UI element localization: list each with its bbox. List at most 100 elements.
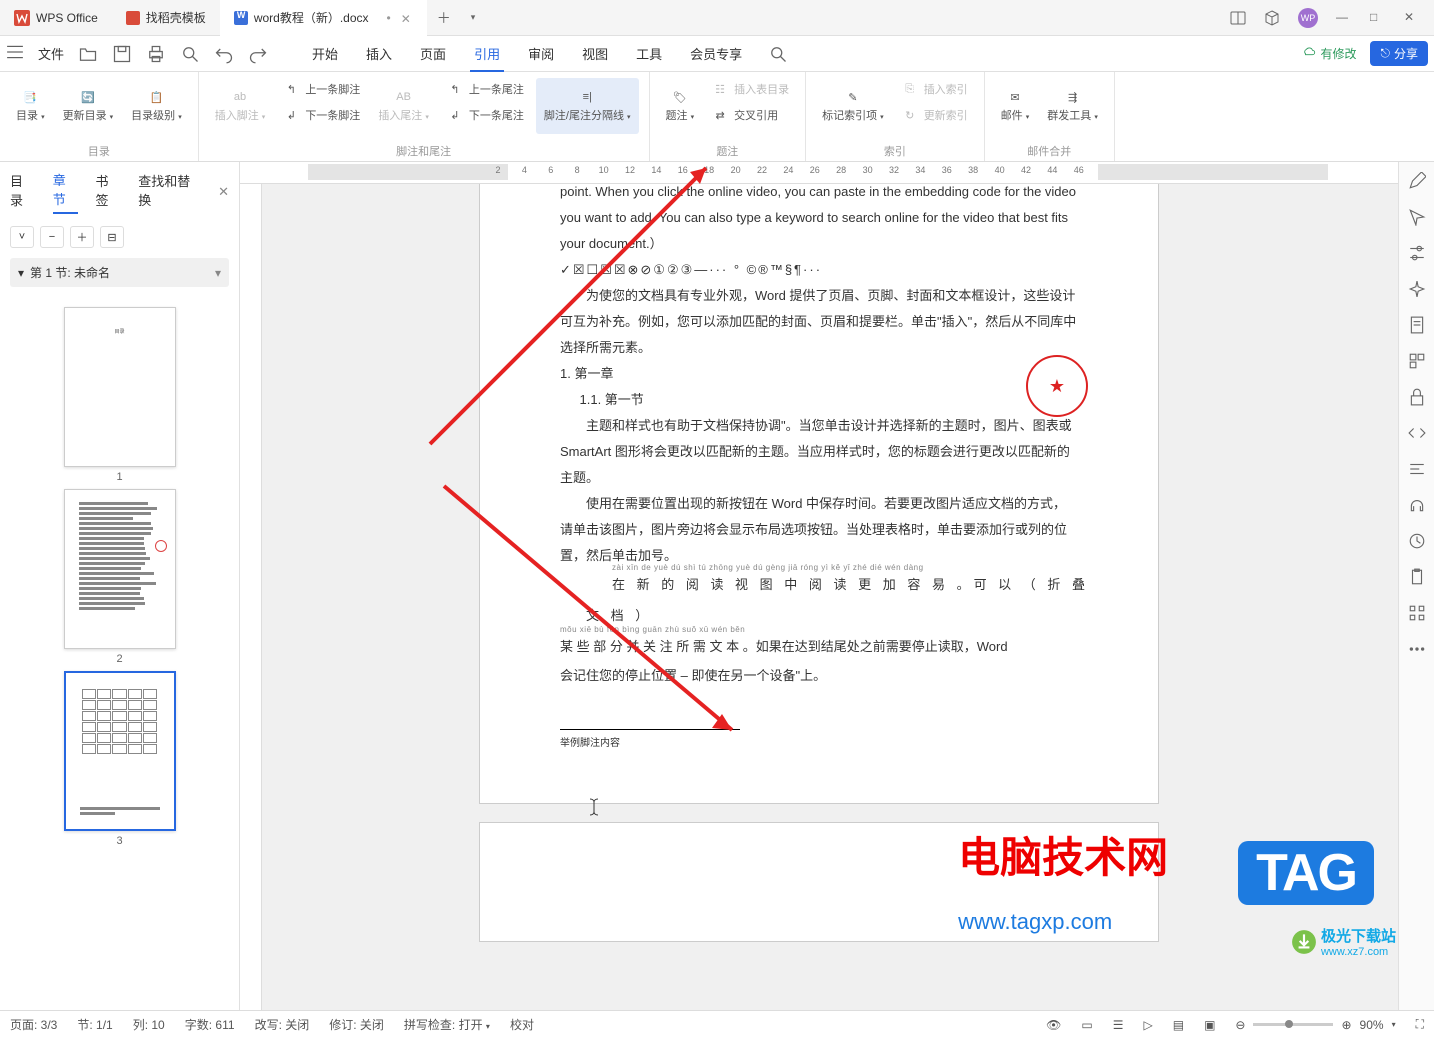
wps-logo-icon xyxy=(14,10,30,26)
view-play-icon[interactable]: ▷ xyxy=(1144,1018,1153,1032)
status-page[interactable]: 页面: 3/3 xyxy=(10,1016,57,1033)
window-close-icon[interactable]: ✕ xyxy=(1404,10,1420,26)
ribbon-上一条尾注[interactable]: ↰上一条尾注 xyxy=(441,78,530,100)
status-section[interactable]: 节: 1/1 xyxy=(77,1016,112,1033)
undo-icon[interactable] xyxy=(214,44,234,64)
menu-tab-视图[interactable]: 视图 xyxy=(568,36,622,72)
layout-icon[interactable] xyxy=(1230,10,1246,26)
ribbon-题注[interactable]: 🏷题注 ▾ xyxy=(660,78,701,134)
ribbon-icon: ✉ xyxy=(1007,89,1023,105)
ribbon-更新索引: ↻更新索引 xyxy=(896,104,974,126)
view-eye-icon[interactable]: 👁 xyxy=(1046,1018,1061,1032)
pencil-icon[interactable] xyxy=(1408,172,1426,190)
save-icon[interactable] xyxy=(112,44,132,64)
share-button[interactable]: ⎋ 分享 xyxy=(1370,41,1428,66)
document-outline-icon[interactable] xyxy=(1408,316,1426,334)
zoom-value[interactable]: 90% xyxy=(1360,1018,1384,1032)
zoom-slider[interactable] xyxy=(1253,1023,1333,1026)
code-icon[interactable] xyxy=(1408,424,1426,442)
ribbon-icon: 📋 xyxy=(148,89,164,105)
status-column[interactable]: 列: 10 xyxy=(133,1016,165,1033)
status-spell[interactable]: 拼写检查: 打开 ▾ xyxy=(404,1016,490,1033)
status-proof[interactable]: 校对 xyxy=(510,1016,534,1033)
section-selector[interactable]: ▾ 第 1 节: 未命名 ▾ xyxy=(10,258,229,287)
more-options-icon[interactable] xyxy=(1408,640,1426,658)
ribbon-上一条脚注[interactable]: ↰上一条脚注 xyxy=(277,78,366,100)
view-layout-icon[interactable]: ▭ xyxy=(1081,1018,1092,1032)
open-icon[interactable] xyxy=(78,44,98,64)
ribbon-下一条尾注[interactable]: ↲下一条尾注 xyxy=(441,104,530,126)
cursor-select-icon[interactable] xyxy=(1408,208,1426,226)
view-web-icon[interactable]: ▣ xyxy=(1204,1018,1215,1032)
app-name: WPS Office xyxy=(36,11,98,25)
nav-tab-章节[interactable]: 章节 xyxy=(53,170,78,214)
ribbon-下一条脚注[interactable]: ↲下一条脚注 xyxy=(277,104,366,126)
grid-view-icon[interactable] xyxy=(1408,604,1426,622)
window-minimize-icon[interactable]: — xyxy=(1336,10,1352,26)
file-menu[interactable]: 文件 xyxy=(38,44,64,63)
add-button[interactable]: ＋ xyxy=(70,226,94,248)
status-overwrite[interactable]: 改写: 关闭 xyxy=(255,1016,310,1033)
page-thumbnail[interactable] xyxy=(64,671,176,831)
new-tab-dropdown-icon[interactable]: ▾ xyxy=(461,12,486,23)
fullscreen-icon[interactable]: ⛶ xyxy=(1416,1017,1424,1032)
ribbon-群发工具[interactable]: ⇶群发工具 ▾ xyxy=(1041,78,1104,134)
footnote-text: 举例脚注内容 xyxy=(560,734,1078,754)
ribbon-插入尾注: AB插入尾注 ▾ xyxy=(372,78,435,134)
ribbon-交叉引用[interactable]: ⇄交叉引用 xyxy=(706,104,795,126)
ribbon-标记索引项[interactable]: ✎标记索引项 ▾ xyxy=(816,78,890,134)
template-tab[interactable]: 找稻壳模板 xyxy=(112,0,220,36)
nav-tab-目录[interactable]: 目录 xyxy=(10,171,35,213)
menu-tab-页面[interactable]: 页面 xyxy=(406,36,460,72)
cube-icon[interactable] xyxy=(1264,10,1280,26)
ribbon-脚注/尾注分隔线[interactable]: ≡|脚注/尾注分隔线 ▾ xyxy=(536,78,639,134)
sparkle-icon[interactable] xyxy=(1408,280,1426,298)
menu-tab-开始[interactable]: 开始 xyxy=(298,36,352,72)
headset-icon[interactable] xyxy=(1408,496,1426,514)
settings-sliders-icon[interactable] xyxy=(1408,244,1426,262)
tab-close-icon[interactable]: ✕ xyxy=(401,12,413,24)
collapse-button[interactable]: ˅ xyxy=(10,226,34,248)
menu-tab-审阅[interactable]: 审阅 xyxy=(514,36,568,72)
view-print-icon[interactable]: ▤ xyxy=(1173,1018,1184,1032)
zoom-dropdown-icon[interactable]: ▾ xyxy=(1392,1020,1396,1029)
clipboard-icon[interactable] xyxy=(1408,568,1426,586)
hamburger-icon[interactable] xyxy=(6,43,24,64)
nav-tab-书签[interactable]: 书签 xyxy=(96,171,121,213)
components-icon[interactable] xyxy=(1408,352,1426,370)
ribbon-目录[interactable]: 📑目录 ▾ xyxy=(10,78,51,134)
print-icon[interactable] xyxy=(146,44,166,64)
user-avatar[interactable]: WP xyxy=(1298,8,1318,28)
ribbon-目录级别[interactable]: 📋目录级别 ▾ xyxy=(125,78,188,134)
app-brand-tab[interactable]: WPS Office xyxy=(0,0,112,36)
ribbon-更新目录[interactable]: 🔄更新目录 ▾ xyxy=(57,78,120,134)
redo-icon[interactable] xyxy=(248,44,268,64)
menu-tab-工具[interactable]: 工具 xyxy=(622,36,676,72)
page-thumbnail[interactable]: 目录 xyxy=(64,307,176,467)
ribbon-邮件[interactable]: ✉邮件 ▾ xyxy=(995,78,1036,134)
status-words[interactable]: 字数: 611 xyxy=(185,1016,235,1033)
lock-icon[interactable] xyxy=(1408,388,1426,406)
print-preview-icon[interactable] xyxy=(180,44,200,64)
body-text: 会记住您的停止位置 – 即使在另一个设备"上。 xyxy=(560,663,1078,689)
panel-close-icon[interactable]: ✕ xyxy=(218,184,229,200)
menu-tab-引用[interactable]: 引用 xyxy=(460,36,514,72)
document-tab[interactable]: W word教程（新）.docx • ✕ xyxy=(220,0,427,36)
merge-button[interactable]: ⊟ xyxy=(100,226,124,248)
text-align-icon[interactable] xyxy=(1408,460,1426,478)
window-maximize-icon[interactable]: □ xyxy=(1370,10,1386,26)
page-thumbnail[interactable] xyxy=(64,489,176,649)
view-outline-icon[interactable]: ☰ xyxy=(1113,1018,1124,1032)
nav-tab-查找和替换[interactable]: 查找和替换 xyxy=(138,171,200,213)
zoom-out-icon[interactable]: ⊖ xyxy=(1235,1018,1245,1032)
search-icon[interactable] xyxy=(768,44,788,64)
new-tab-button[interactable]: ＋ xyxy=(427,8,461,28)
remove-button[interactable]: − xyxy=(40,226,64,248)
menu-tab-会员专享[interactable]: 会员专享 xyxy=(676,36,756,72)
document-page[interactable]: point. When you click the online video, … xyxy=(479,184,1159,804)
sync-status[interactable]: 有修改 xyxy=(1296,43,1362,64)
menu-tab-插入[interactable]: 插入 xyxy=(352,36,406,72)
status-revise[interactable]: 修订: 关闭 xyxy=(329,1016,384,1033)
history-icon[interactable] xyxy=(1408,532,1426,550)
zoom-in-icon[interactable]: ⊕ xyxy=(1341,1018,1351,1032)
